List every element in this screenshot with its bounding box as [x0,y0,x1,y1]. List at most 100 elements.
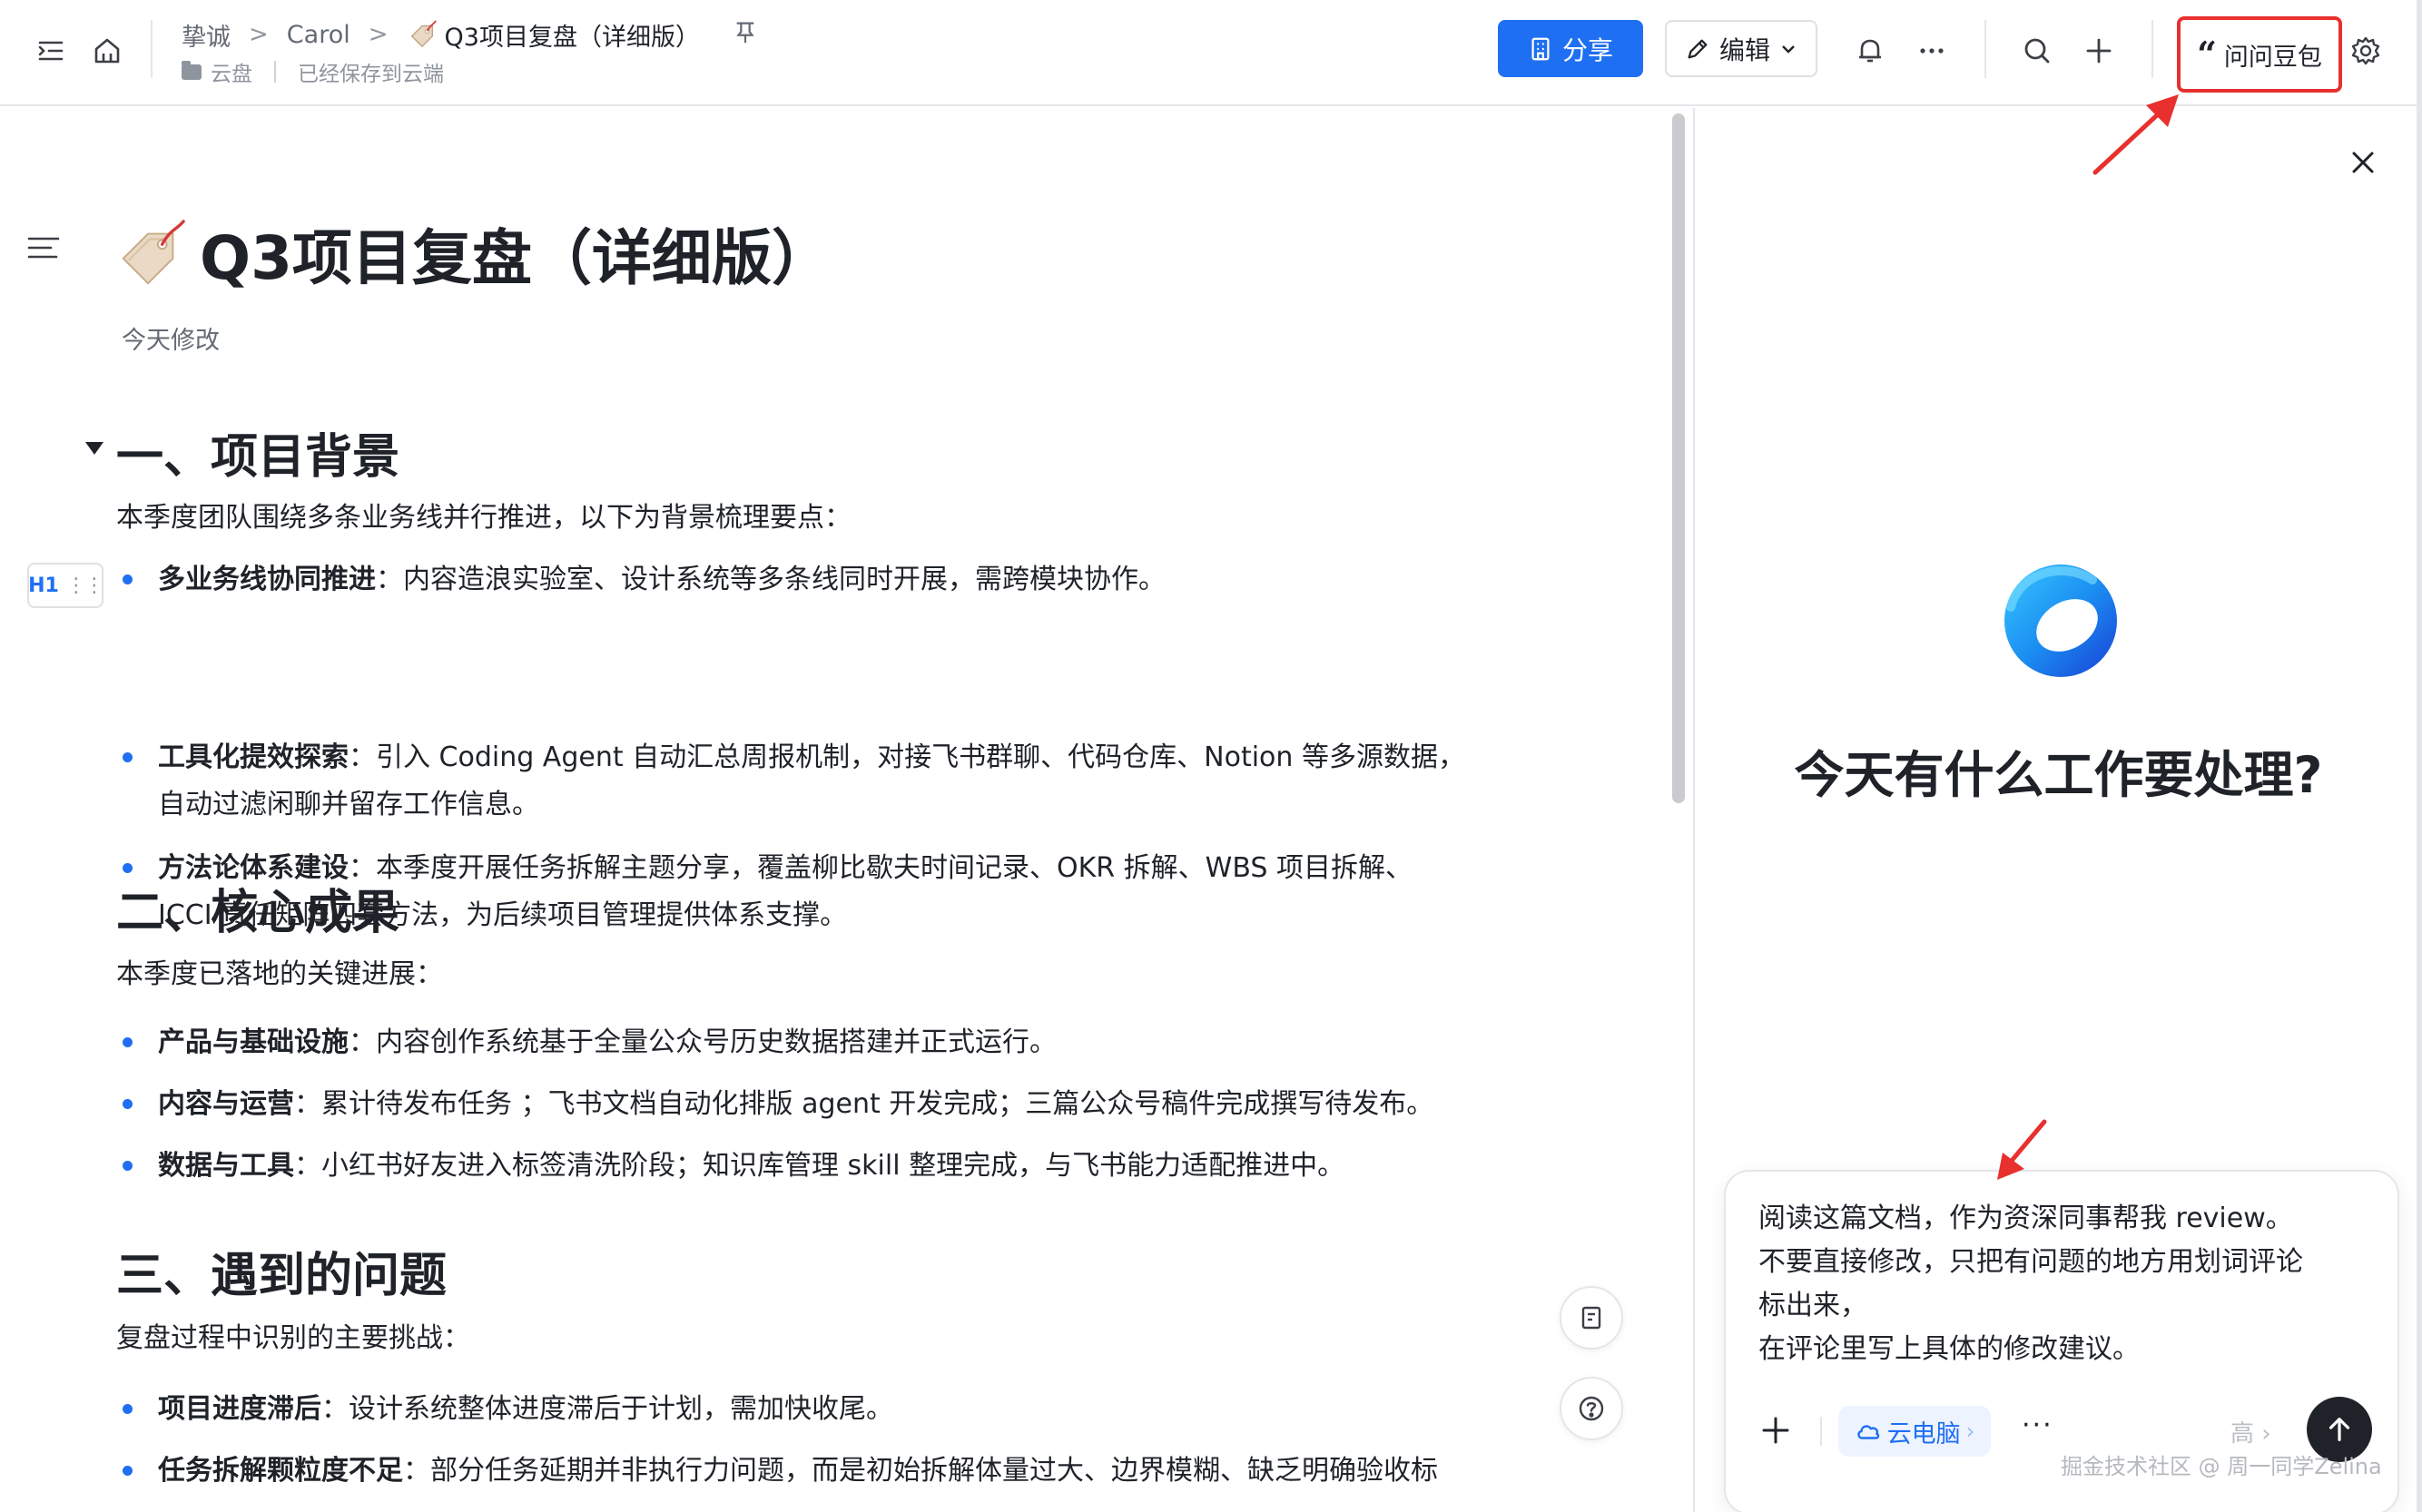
block-type-badge[interactable]: H1 ⋮⋮ [27,563,104,608]
share-button[interactable]: 分享 [1498,20,1643,77]
model-level-selector[interactable]: 高 › [2230,1415,2271,1448]
pin-icon[interactable] [733,19,758,51]
list-item-label: 项目进度滞后 [158,1393,321,1425]
list-item[interactable]: 数据与工具：小红书好友进入标签清洗阶段；知识库管理 skill 整理完成，与飞书… [116,1143,1532,1190]
top-bar: 挚诚 > Carol > Q3项目复盘（详细版） 云盘 已经保存到云端 分享 编… [0,0,2422,106]
save-status: 已经保存到云端 [298,63,444,86]
home-icon[interactable] [82,25,133,76]
list-item-text: ：内容造浪实验室、设计系统等多条线同时开展，需跨模块协作。 [376,564,1166,595]
bullet-dot [123,863,133,873]
window-edge [2417,0,2422,1512]
ask-doubao-button[interactable]: “ 问问豆包 [2177,16,2342,93]
ask-doubao-label: 问问豆包 [2223,43,2322,72]
tag-emoji-icon [410,20,437,48]
breadcrumb-item-owner[interactable]: Carol [287,21,350,49]
list-item-text: ：设计系统整体进度滞后于计划，需加快收尾。 [321,1393,893,1425]
divider [1820,1417,1822,1446]
doc-scrollbar[interactable] [1666,108,1693,1512]
breadcrumb-current-doc[interactable]: Q3项目复盘（详细版） [445,17,700,53]
prompt-line: 不要直接修改，只把有问题的地方用划词评论 [1758,1246,2303,1278]
list-item-text: ：部分任务延期并非执行力问题，而是初始拆解体量过大、边界模糊、缺乏明确验收标 [403,1455,1438,1487]
prompt-line: 在评论里写上具体的修改建议。 [1758,1333,2140,1365]
model-level-label: 高 [2230,1420,2255,1448]
drag-handle-icon[interactable]: ⋮⋮ [66,574,104,597]
divider [274,61,276,83]
tag-emoji-icon[interactable] [116,218,187,289]
section-heading-1[interactable]: 一、项目背景 [116,418,399,486]
search-icon[interactable] [2012,25,2063,76]
section-heading-2[interactable]: 二、核心成果 [116,874,399,942]
cloud-icon [1856,1425,1879,1439]
list-item-label: 任务拆解颗粒度不足 [158,1455,403,1487]
folder-icon [182,60,202,80]
attach-plus-icon[interactable] [1753,1408,1798,1453]
bullet-dot [123,752,133,762]
bell-icon[interactable] [1845,25,1895,76]
doc-location[interactable]: 云盘 [211,56,252,87]
prompt-line: 标出来， [1758,1290,1867,1321]
document-canvas: Q3项目复盘（详细版） 今天修改 一、项目背景 本季度团队围绕多条业务线并行推进… [0,108,1666,1512]
close-icon[interactable] [2341,141,2385,184]
doubao-assistant-panel: 今天有什么工作要处理? 阅读这篇文档，作为资深同事帮我 review。 不要直接… [1695,108,2422,1512]
list-item[interactable]: 产品与基础设施：内容创作系统基于全量公众号历史数据搭建并正式运行。 [116,1019,1532,1066]
breadcrumb: 挚诚 > Carol > Q3项目复盘（详细版） [182,16,758,53]
arrow-up-icon [2328,1418,2350,1441]
modified-time: 今天修改 [122,327,220,355]
divider [1984,20,1986,78]
divider [151,20,153,78]
list-item-label: 产品与基础设施 [158,1026,349,1058]
cloud-pc-label: 云电脑 [1886,1419,1961,1448]
watermark: 掘金技术社区 @ 周一同学Zelina [2061,1454,2382,1479]
chevron-right-icon: > [368,21,389,48]
comment-list-icon [1581,1306,1601,1330]
bullet-dot [123,1404,133,1414]
list-item-text: ：本季度开展任务拆解主题分享，覆盖柳比歇夫时间记录、OKR 拆解、WBS 项目拆… [349,852,1413,884]
section-intro-1[interactable]: 本季度团队围绕多条业务线并行推进，以下为背景梳理要点： [116,495,852,535]
sidebar-toggle-icon[interactable] [25,25,76,76]
settings-gear-icon[interactable] [2340,25,2391,76]
composer-more-button[interactable]: ··· [2022,1409,2053,1441]
quote-icon: “ [2197,34,2217,74]
section-intro-3[interactable]: 复盘过程中识别的主要挑战： [116,1315,470,1355]
chevron-down-icon [1782,44,1795,54]
panel-greeting: 今天有什么工作要处理? [1794,746,2323,804]
help-icon [1579,1396,1604,1421]
doc-meta: 云盘 已经保存到云端 [182,56,444,87]
list-item-text-cont: 自动过滤闲聊并留存工作信息。 [158,789,539,820]
plus-icon[interactable] [2073,25,2124,76]
bullet-dot [123,1466,133,1476]
list-item[interactable]: 工具化提效探索：引入 Coding Agent 自动汇总周报机制，对接飞书群聊、… [116,734,1532,829]
list-item[interactable]: 任务拆解颗粒度不足：部分任务延期并非执行力问题，而是初始拆解体量过大、边界模糊、… [116,1448,1532,1495]
section-intro-2[interactable]: 本季度已落地的关键进展： [116,951,443,991]
list-item[interactable]: 多业务线协同推进：内容造浪实验室、设计系统等多条线同时开展，需跨模块协作。 [116,556,1532,604]
outline-menu-icon[interactable] [25,230,62,266]
list-item-text: ：引入 Coding Agent 自动汇总周报机制，对接飞书群聊、代码仓库、No… [349,741,1465,773]
edit-button-label: 编辑 [1718,34,1770,65]
doubao-logo-icon [2004,565,2117,677]
breadcrumb-item-workspace[interactable]: 挚诚 [182,17,231,53]
edit-mode-dropdown[interactable]: 编辑 [1665,20,1817,77]
share-button-label: 分享 [1561,34,1613,65]
list-item-label: 数据与工具 [158,1150,294,1182]
list-item-text: ：小红书好友进入标签清洗阶段；知识库管理 skill 整理完成，与飞书能力适配推… [294,1150,1345,1182]
annotation-arrow-icon [2092,94,2179,175]
collapse-caret-icon[interactable] [85,442,103,455]
comment-float-button[interactable] [1560,1286,1623,1350]
bullet-dot [123,574,133,584]
list-item-label: 多业务线协同推进 [158,564,376,595]
chevron-right-icon: > [249,21,269,48]
chevron-right-icon: › [1965,1419,1975,1444]
prompt-line: 阅读这篇文档，作为资深同事帮我 review。 [1758,1203,2293,1234]
list-item[interactable]: 内容与运营：累计待发布任务 ；飞书文档自动化排版 agent 开发完成；三篇公众… [116,1081,1532,1128]
help-float-button[interactable] [1560,1377,1623,1440]
scrollbar-thumb[interactable] [1672,113,1685,803]
section-heading-3[interactable]: 三、遇到的问题 [116,1237,447,1305]
doc-title[interactable]: Q3项目复盘（详细版） [116,199,832,308]
more-icon[interactable] [1906,25,1957,76]
annotation-arrow-icon [1997,1119,2047,1180]
cloud-pc-chip[interactable]: 云电脑 › [1838,1406,1991,1457]
list-item[interactable]: 项目进度滞后：设计系统整体进度滞后于计划，需加快收尾。 [116,1386,1532,1433]
heading-badge-label: H1 [28,574,59,597]
app-window: 挚诚 > Carol > Q3项目复盘（详细版） 云盘 已经保存到云端 分享 编… [0,0,2422,1512]
prompt-input[interactable]: 阅读这篇文档，作为资深同事帮我 review。 不要直接修改，只把有问题的地方用… [1758,1197,2376,1371]
